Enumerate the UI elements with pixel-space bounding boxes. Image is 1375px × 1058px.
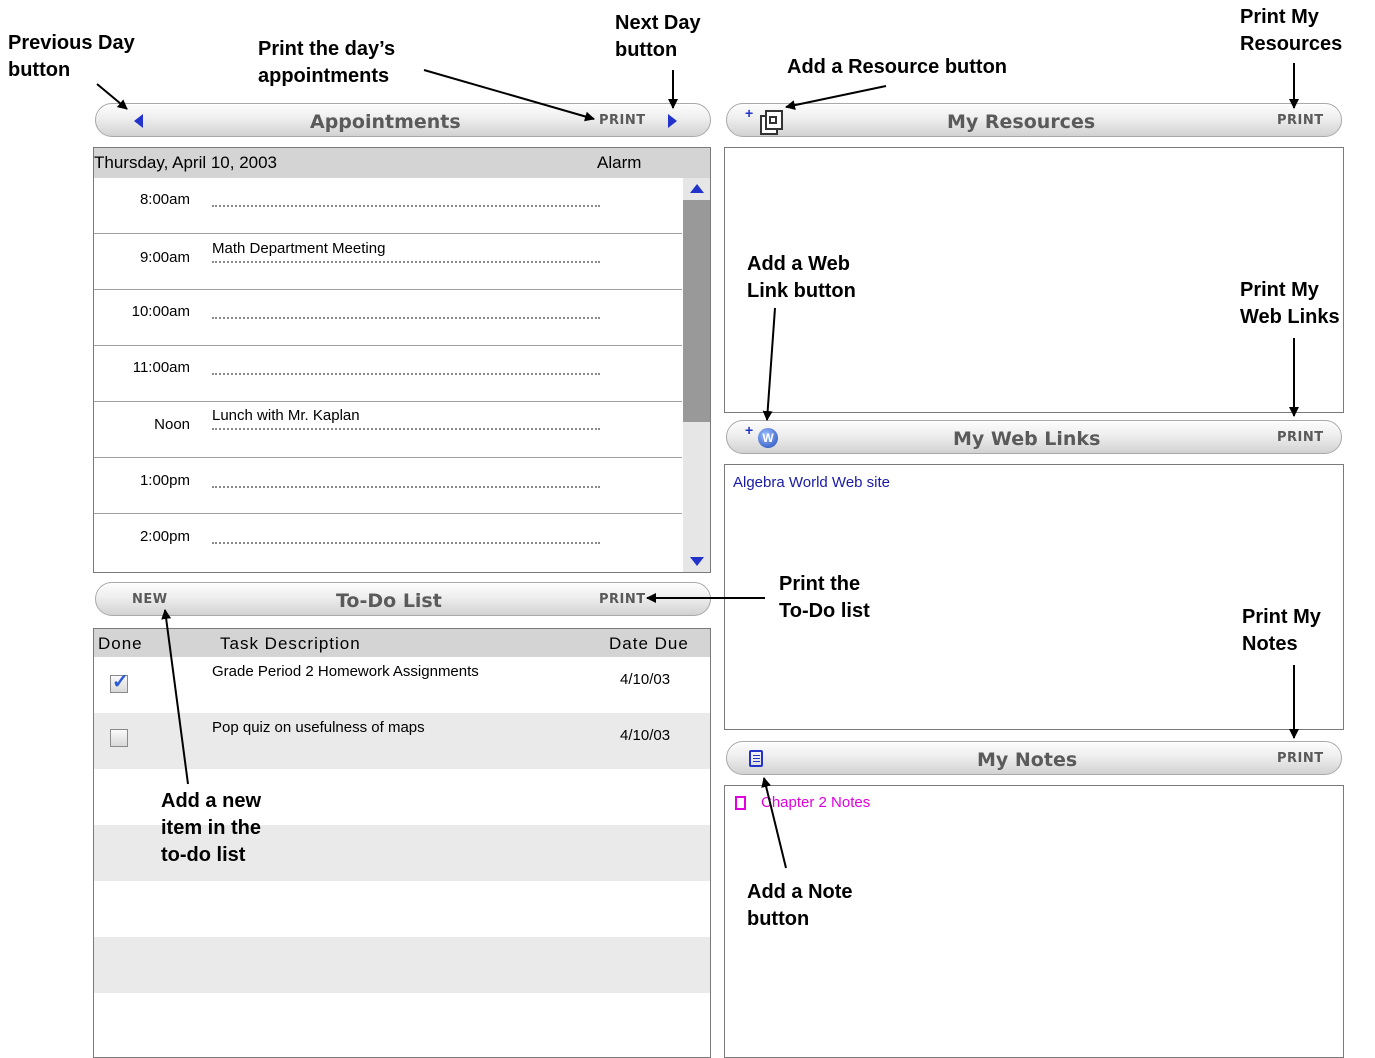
task-column-header: Task Description xyxy=(220,634,361,653)
slot-dots xyxy=(212,373,600,375)
annotation-print-appointments: Print the day’s appointments xyxy=(258,38,396,87)
annotation-add-resource: Add a Resource button xyxy=(787,56,1008,78)
new-todo-button[interactable]: NEW xyxy=(132,592,168,607)
slot-divider xyxy=(94,289,682,290)
annotation-previous-day: Previous Day button xyxy=(8,32,135,81)
weblinks-header: + W My Web Links PRINT xyxy=(726,420,1342,454)
day-header: Thursday, April 10, 2003 Alarm xyxy=(94,148,710,178)
slot-time: 1:00pm xyxy=(139,472,190,489)
annotation-print-todo: Print the To-Do list xyxy=(779,573,870,622)
print-resources-button[interactable]: PRINT xyxy=(1277,113,1324,128)
slot-time: 2:00pm xyxy=(139,528,190,545)
weblinks-title: My Web Links xyxy=(953,428,1101,450)
next-day-button[interactable] xyxy=(668,114,677,128)
appointments-header: Appointments PRINT xyxy=(95,103,711,137)
print-notes-button[interactable]: PRINT xyxy=(1277,751,1324,766)
slot-time: 10:00am xyxy=(131,303,190,320)
task-description: Pop quiz on usefulness of maps xyxy=(212,719,425,736)
appointments-title: Appointments xyxy=(310,111,461,133)
slot-divider xyxy=(94,345,682,346)
slot-divider xyxy=(94,401,682,402)
resources-header: + My Resources PRINT xyxy=(726,103,1342,137)
note-item[interactable]: Chapter 2 Notes xyxy=(761,794,870,811)
annotation-add-weblink: Add a Web Link button xyxy=(747,253,856,302)
task-description: Grade Period 2 Homework Assignments xyxy=(212,663,479,680)
annotation-print-notes: Print My Notes xyxy=(1242,606,1321,655)
current-date: Thursday, April 10, 2003 xyxy=(94,153,278,172)
todo-header: NEW To-Do List PRINT xyxy=(95,582,711,616)
slot-time: 11:00am xyxy=(132,359,190,376)
slot-time: 9:00am xyxy=(139,249,190,266)
annotation-print-resources: Print My Resources xyxy=(1240,6,1343,55)
print-weblinks-button[interactable]: PRINT xyxy=(1277,430,1324,445)
annotation-add-note: Add a Note button xyxy=(747,881,853,930)
scrollbar-thumb[interactable] xyxy=(683,200,710,422)
slot-divider xyxy=(94,513,682,514)
slot-time: Noon xyxy=(154,416,190,433)
slot-dots xyxy=(212,428,600,430)
add-prefix: + xyxy=(745,105,754,121)
todo-title: To-Do List xyxy=(336,590,442,612)
slot-dots xyxy=(212,317,600,319)
slot-dots xyxy=(212,205,600,207)
slot-divider xyxy=(94,233,682,234)
appointments-panel: Thursday, April 10, 2003 Alarm 8:00am 9:… xyxy=(93,147,711,573)
add-prefix: + xyxy=(745,422,754,438)
scroll-up-arrow-icon[interactable] xyxy=(690,184,704,193)
add-note-icon[interactable] xyxy=(749,750,763,767)
previous-day-button[interactable] xyxy=(134,114,143,128)
todo-row-stripe xyxy=(94,937,710,993)
todo-column-headers: Done Task Description Date Due xyxy=(94,629,710,657)
weblink-item[interactable]: Algebra World Web site xyxy=(733,474,890,491)
notes-title: My Notes xyxy=(977,749,1078,771)
due-date: 4/10/03 xyxy=(620,727,671,744)
annotation-add-todo: Add a new item in the to-do list xyxy=(161,790,262,866)
due-date: 4/10/03 xyxy=(620,671,671,688)
due-column-header: Date Due xyxy=(609,634,689,653)
done-checkbox[interactable] xyxy=(110,729,128,747)
add-weblink-icon[interactable]: W xyxy=(758,428,778,448)
slot-divider xyxy=(94,457,682,458)
slot-time: 8:00am xyxy=(139,191,190,208)
checkmark-icon: ✓ xyxy=(112,671,129,693)
done-column-header: Done xyxy=(98,634,143,653)
appointment-text: Math Department Meeting xyxy=(212,240,386,257)
slot-dots xyxy=(212,261,600,263)
appointment-text: Lunch with Mr. Kaplan xyxy=(212,407,360,424)
notes-header: My Notes PRINT xyxy=(726,741,1342,775)
annotation-next-day: Next Day button xyxy=(615,12,701,61)
alarm-column-label: Alarm xyxy=(597,153,642,172)
scroll-down-arrow-icon[interactable] xyxy=(690,557,704,566)
resources-title: My Resources xyxy=(947,111,1096,133)
print-todo-button[interactable]: PRINT xyxy=(599,592,646,607)
slot-dots xyxy=(212,542,600,544)
annotation-print-weblinks: Print My Web Links xyxy=(1240,279,1340,328)
note-icon xyxy=(735,796,746,810)
add-resource-icon[interactable] xyxy=(760,110,783,135)
print-appointments-button[interactable]: PRINT xyxy=(599,113,646,128)
slot-dots xyxy=(212,486,600,488)
